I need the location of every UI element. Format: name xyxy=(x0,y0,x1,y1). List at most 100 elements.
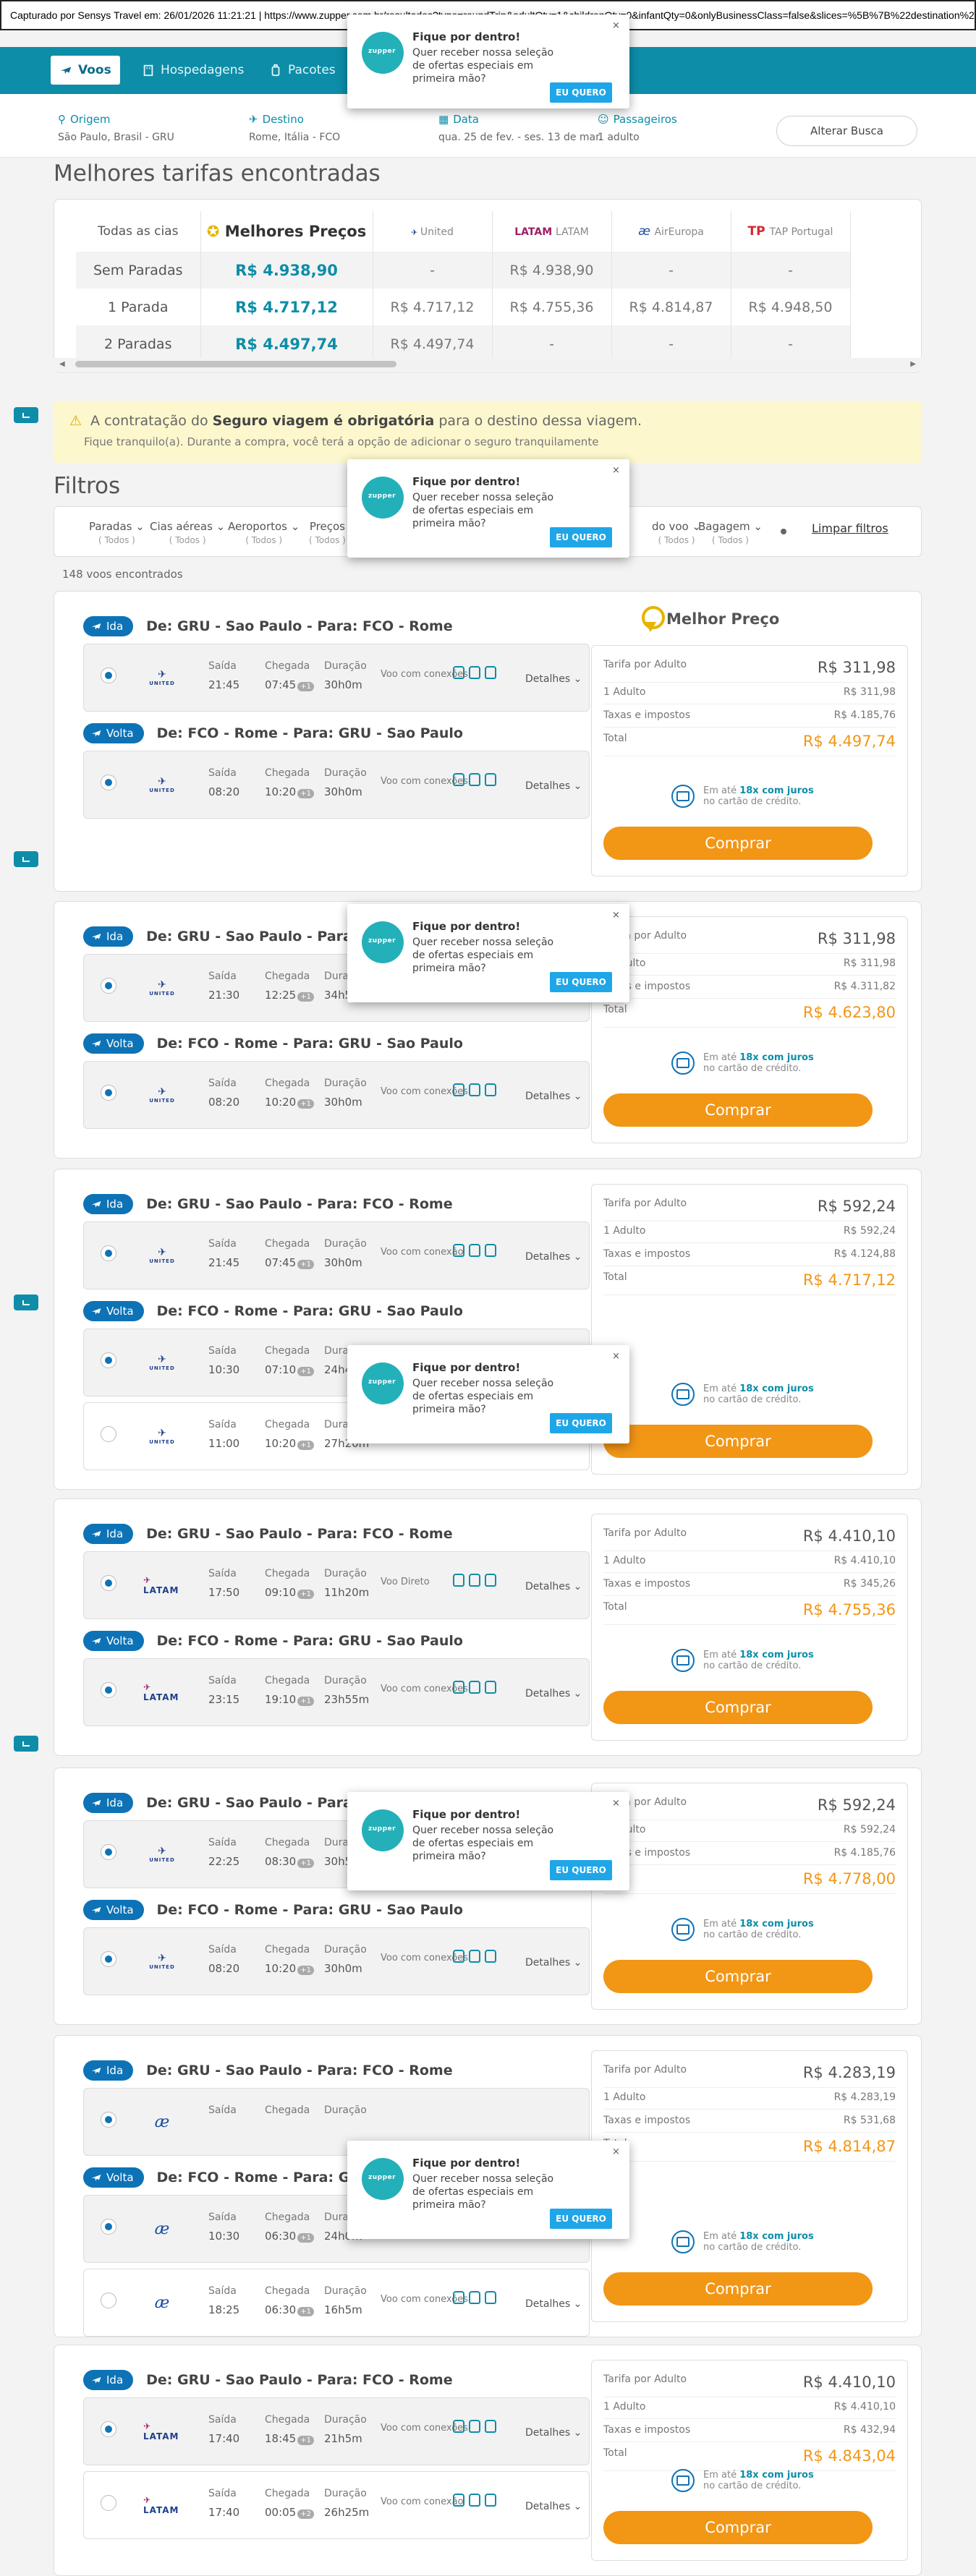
details-link[interactable]: Detalhes ⌄ xyxy=(525,673,582,685)
flight-option[interactable]: æ Saída 18:25 Chegada 06:30 +1 Duração 16h5m Voo… xyxy=(83,2269,590,2337)
flight-radio[interactable] xyxy=(101,1951,116,1967)
medal-icon: ✪ xyxy=(206,223,220,240)
col-all-airlines[interactable]: Todas as cias xyxy=(76,211,201,252)
aireuropa-logo-icon: æ xyxy=(154,2112,170,2131)
subscribe-button[interactable]: EU QUERO xyxy=(550,1413,612,1433)
fares-row-nonstop: Sem Paradas R$ 4.938,90 - R$ 4.938,90 - … xyxy=(76,252,851,289)
col-airline-united[interactable]: ✈ United xyxy=(373,211,493,252)
latam-logo-icon: LATAM xyxy=(514,226,556,238)
flight-radio[interactable] xyxy=(101,1352,116,1368)
subscribe-button[interactable]: EU QUERO xyxy=(550,1860,612,1880)
flight-radio[interactable] xyxy=(101,1844,116,1860)
details-link[interactable]: Detalhes ⌄ xyxy=(525,1957,582,1969)
filter-paradas[interactable]: Paradas ⌄( Todos ) xyxy=(89,520,145,545)
details-link[interactable]: Detalhes ⌄ xyxy=(525,1581,582,1592)
personal-item-icon xyxy=(453,1244,464,1257)
col-airline-tap[interactable]: TP TAP Portugal xyxy=(731,211,851,252)
side-widget-button[interactable] xyxy=(14,407,38,423)
details-link[interactable]: Detalhes ⌄ xyxy=(525,1688,582,1699)
filter-cias[interactable]: Cias aéreas ⌄( Todos ) xyxy=(150,520,225,545)
side-widget-button[interactable] xyxy=(14,1295,38,1310)
united-logo-icon: ✈ xyxy=(411,228,420,237)
flight-radio[interactable] xyxy=(101,1245,116,1261)
filter-horario[interactable]: do voo ⌄( Todos ) xyxy=(652,520,701,545)
details-link[interactable]: Detalhes ⌄ xyxy=(525,1251,582,1263)
flight-radio[interactable] xyxy=(101,978,116,994)
col-airline-aireuropa[interactable]: æ AirEuropa xyxy=(611,211,731,252)
subscribe-button[interactable]: EU QUERO xyxy=(550,972,612,992)
close-icon[interactable]: × xyxy=(612,2146,620,2157)
details-link[interactable]: Detalhes ⌄ xyxy=(525,780,582,792)
details-link[interactable]: Detalhes ⌄ xyxy=(525,1091,582,1102)
subscribe-button[interactable]: EU QUERO xyxy=(550,82,612,103)
user-icon: ☺ xyxy=(598,113,609,126)
flight-radio[interactable] xyxy=(101,1682,116,1698)
flight-radio[interactable] xyxy=(101,1085,116,1101)
route-text: De: GRU - Sao Paulo - Para: FCO - Rome xyxy=(146,618,453,634)
flight-duracao: Duração 11h20m xyxy=(324,1568,370,1599)
subscribe-button[interactable]: EU QUERO xyxy=(550,2209,612,2229)
united-logo-icon: ✈ UNITED xyxy=(149,1953,175,1970)
tab-pacotes[interactable]: Pacotes xyxy=(269,56,336,85)
flight-option[interactable]: ✈ UNITED Saída 08:20 Chegada 10:20 +1 Duração 30… xyxy=(83,1927,590,1995)
flight-option[interactable]: ✈LATAM Saída 17:40 Chegada 00:05 +2 Duração 26h… xyxy=(83,2471,590,2539)
zupper-logo-icon xyxy=(362,32,404,74)
flight-radio[interactable] xyxy=(101,668,116,683)
filter-aeroportos[interactable]: Aeroportos ⌄( Todos ) xyxy=(228,520,300,545)
subscribe-button[interactable]: EU QUERO xyxy=(550,527,612,547)
flight-option[interactable]: ✈LATAM Saída 17:50 Chegada 09:10 +1 Duração 11h… xyxy=(83,1551,590,1619)
details-link[interactable]: Detalhes ⌄ xyxy=(525,2501,582,2512)
close-icon[interactable]: × xyxy=(612,465,620,476)
flight-radio[interactable] xyxy=(101,2293,116,2308)
side-widget-button[interactable] xyxy=(14,851,38,867)
buy-button[interactable]: Comprar xyxy=(603,1093,873,1127)
flight-option[interactable]: ✈LATAM Saída 23:15 Chegada 19:10 +1 Duração 23h… xyxy=(83,1658,590,1726)
plane-icon xyxy=(91,2068,101,2074)
close-icon[interactable]: × xyxy=(612,1351,620,1362)
details-link[interactable]: Detalhes ⌄ xyxy=(525,2427,582,2439)
flight-radio[interactable] xyxy=(101,2219,116,2235)
tab-voos[interactable]: Voos xyxy=(51,56,120,85)
scroll-left-icon[interactable]: ◀ xyxy=(59,360,65,368)
buy-button[interactable]: Comprar xyxy=(603,827,873,860)
flight-radio[interactable] xyxy=(101,2495,116,2511)
flight-chegada: Chegada 12:25 +1 xyxy=(265,971,314,1002)
flight-radio[interactable] xyxy=(101,2421,116,2437)
filter-precos[interactable]: Preços( Todos ) xyxy=(309,520,346,545)
col-airline-latam[interactable]: LATAM LATAM xyxy=(492,211,612,252)
scroll-right-icon[interactable]: ▶ xyxy=(910,360,916,368)
alter-search-button[interactable]: Alterar Busca xyxy=(776,116,917,146)
chevron-down-icon: ⌄ xyxy=(570,1251,582,1263)
flight-option[interactable]: ✈LATAM Saída 17:40 Chegada 18:45 +1 Duração 21h… xyxy=(83,2397,590,2465)
flight-radio[interactable] xyxy=(101,2112,116,2128)
clear-filters-link[interactable]: Limpar filtros xyxy=(812,521,888,535)
tab-hospedagens[interactable]: Hospedagens xyxy=(142,56,244,85)
checked-bag-icon xyxy=(485,1574,496,1587)
flight-saida: Saída 17:40 xyxy=(208,2488,240,2519)
buy-button[interactable]: Comprar xyxy=(603,2272,873,2306)
price-row-tarifa: Tarifa por Adulto R$ 311,98 xyxy=(603,659,896,683)
buy-button[interactable]: Comprar xyxy=(603,1691,873,1724)
filter-bagagem[interactable]: Bagagem ⌄( Todos ) xyxy=(698,520,763,545)
buy-button[interactable]: Comprar xyxy=(603,1425,873,1458)
close-icon[interactable]: × xyxy=(612,910,620,921)
day-offset-badge: +1 xyxy=(297,1260,314,1269)
flight-option[interactable]: ✈ UNITED Saída 08:20 Chegada 10:20 +1 Duração 30… xyxy=(83,1061,590,1129)
buy-button[interactable]: Comprar xyxy=(603,1960,873,1993)
flight-option[interactable]: ✈ UNITED Saída 21:45 Chegada 07:45 +1 Duração 30… xyxy=(83,644,590,712)
flight-radio[interactable] xyxy=(101,1575,116,1591)
buy-button[interactable]: Comprar xyxy=(603,2511,873,2544)
flight-option[interactable]: ✈ UNITED Saída 08:20 Chegada 10:20 +1 Duração 30… xyxy=(83,751,590,819)
close-icon[interactable]: × xyxy=(612,1798,620,1809)
flight-chegada: Chegada 10:20 +1 xyxy=(265,767,314,798)
fares-scrollbar[interactable]: ◀ ▶ xyxy=(54,358,922,371)
col-best-prices[interactable]: ✪ Melhores Preços xyxy=(200,211,373,252)
scrollbar-thumb[interactable] xyxy=(75,361,396,367)
flight-radio[interactable] xyxy=(101,775,116,790)
flight-option[interactable]: ✈ UNITED Saída 21:45 Chegada 07:45 +1 Duração 30… xyxy=(83,1221,590,1289)
side-widget-button[interactable] xyxy=(14,1736,38,1752)
fares-title: Melhores tarifas encontradas xyxy=(54,161,381,187)
flight-radio[interactable] xyxy=(101,1426,116,1442)
close-icon[interactable]: × xyxy=(612,20,620,31)
details-link[interactable]: Detalhes ⌄ xyxy=(525,2298,582,2310)
